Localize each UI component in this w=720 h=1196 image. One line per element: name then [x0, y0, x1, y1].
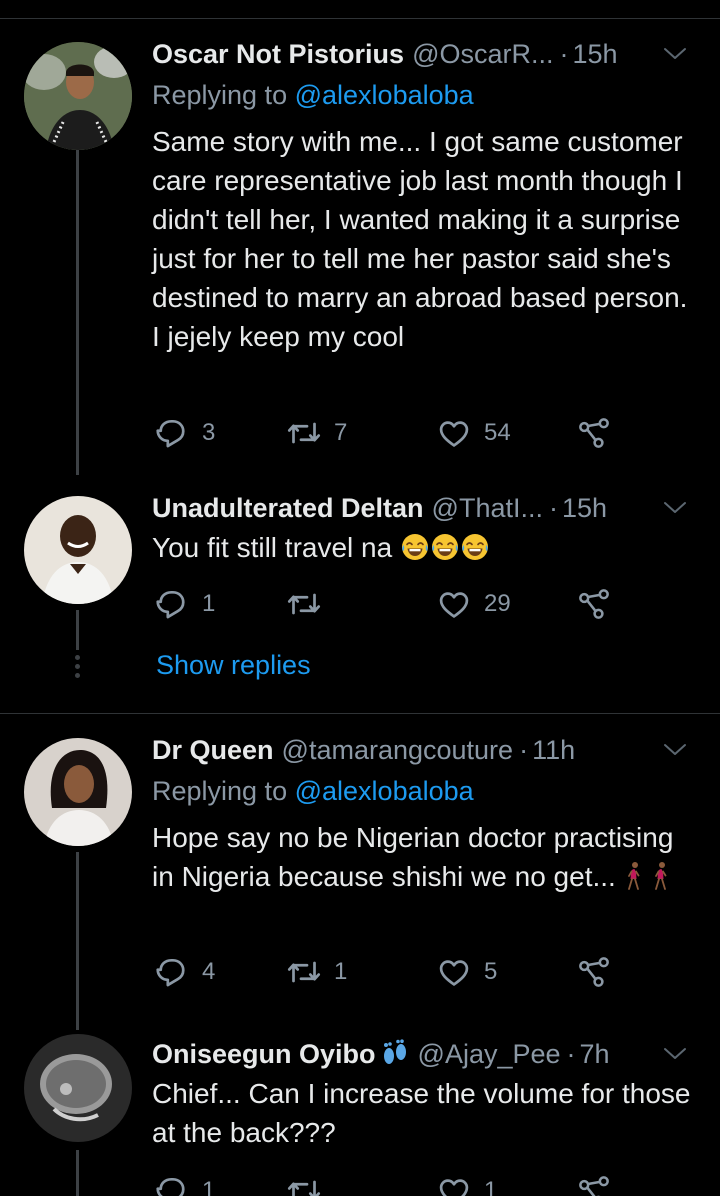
tweet-text: Chief... Can I increase the volume for t… — [152, 1078, 691, 1148]
retweet-button[interactable]: 1 — [286, 952, 347, 992]
mention-link[interactable]: @alexlobaloba — [295, 80, 474, 110]
show-replies-link[interactable]: Show replies — [156, 650, 311, 681]
reply-button[interactable]: 1 — [154, 584, 215, 624]
laughing-emoji-icon — [460, 532, 490, 562]
retweet-count: 7 — [334, 419, 348, 446]
mention-link[interactable]: @alexlobaloba — [295, 776, 474, 806]
tweet[interactable]: Oscar Not Pistorius @OscarR... · 15h Rep… — [0, 0, 720, 470]
tweet-header: Dr Queen @tamarangcouture · 11h — [152, 732, 700, 768]
separator-dot: · — [519, 734, 529, 765]
display-name[interactable]: Oscar Not Pistorius — [152, 39, 404, 70]
laughing-emoji-icon — [430, 532, 460, 562]
reply-button[interactable]: 4 — [154, 952, 215, 992]
share-icon — [576, 954, 612, 990]
tweet-header: Unadulterated Deltan @ThatI... · 15h — [152, 490, 700, 526]
action-bar: 1 29 — [152, 584, 622, 624]
username[interactable]: @Ajay_Pee — [418, 1039, 561, 1070]
separator-dot: · — [559, 38, 569, 69]
walking-woman-emoji-icon — [651, 861, 671, 891]
display-name[interactable]: Oniseegun Oyibo — [152, 1039, 376, 1070]
tweet-header: Oniseegun Oyibo @Ajay_Pee · 7h — [152, 1036, 700, 1072]
chevron-down-icon[interactable] — [662, 42, 688, 66]
reply-icon — [154, 954, 190, 990]
chevron-down-icon[interactable] — [662, 1042, 688, 1066]
share-button[interactable] — [576, 413, 612, 453]
timestamp[interactable]: 11h — [532, 735, 575, 766]
like-count: 54 — [484, 419, 511, 446]
chevron-down-icon[interactable] — [662, 738, 688, 762]
like-icon — [436, 954, 472, 990]
retweet-icon — [286, 586, 322, 622]
retweet-button[interactable]: 7 — [286, 413, 347, 453]
retweet-button[interactable] — [286, 584, 334, 624]
laughing-emoji-icon — [400, 532, 430, 562]
username[interactable]: @tamarangcouture — [282, 735, 514, 766]
replying-to-label: Replying to — [152, 80, 288, 110]
like-icon — [436, 415, 472, 451]
username[interactable]: @ThatI... — [432, 493, 543, 524]
like-button[interactable]: 5 — [436, 952, 497, 992]
tweet[interactable]: Oniseegun Oyibo @Ajay_Pee · 7h Chief... … — [0, 1014, 720, 1196]
like-button[interactable]: 29 — [436, 584, 511, 624]
reply-button[interactable]: 1 — [154, 1171, 215, 1196]
reply-count: 1 — [202, 1177, 216, 1196]
replying-to: Replying to @alexlobaloba — [152, 776, 474, 807]
share-icon — [576, 415, 612, 451]
display-name[interactable]: Unadulterated Deltan — [152, 493, 424, 524]
like-count: 29 — [484, 590, 511, 617]
timestamp[interactable]: 15h — [573, 39, 618, 70]
reply-count: 1 — [202, 590, 216, 617]
share-icon — [576, 1173, 612, 1196]
reply-icon — [154, 586, 190, 622]
like-button[interactable]: 54 — [436, 413, 511, 453]
reply-icon — [154, 415, 190, 451]
share-button[interactable] — [576, 1171, 612, 1196]
action-bar: 4 1 5 — [152, 952, 622, 992]
tweet-text-wrap: Hope say no be Nigerian doctor practisin… — [152, 818, 700, 896]
like-button[interactable]: 1 — [436, 1171, 497, 1196]
retweet-icon — [286, 1173, 322, 1196]
tweet[interactable]: Unadulterated Deltan @ThatI... · 15h You… — [0, 470, 720, 710]
share-button[interactable] — [576, 584, 612, 624]
display-name[interactable]: Dr Queen — [152, 735, 274, 766]
replying-to-label: Replying to — [152, 776, 288, 806]
tweet[interactable]: Dr Queen @tamarangcouture · 11h Replying… — [0, 714, 720, 1014]
retweet-icon — [286, 954, 322, 990]
replying-to: Replying to @alexlobaloba — [152, 80, 474, 111]
reply-count: 4 — [202, 958, 216, 985]
tweet-text: Same story with me... I got same custome… — [152, 126, 688, 352]
separator-dot: · — [549, 492, 558, 523]
reply-button[interactable]: 3 — [154, 413, 215, 453]
separator-dot: · — [566, 1038, 576, 1069]
username[interactable]: @OscarR... — [412, 39, 553, 70]
like-count: 1 — [484, 1177, 498, 1196]
share-icon — [576, 586, 612, 622]
chevron-down-icon[interactable] — [662, 496, 688, 520]
retweet-count: 1 — [334, 958, 348, 985]
reply-count: 3 — [202, 419, 216, 446]
walking-woman-emoji-icon — [624, 861, 644, 891]
action-bar: 1 1 — [152, 1171, 622, 1196]
share-button[interactable] — [576, 952, 612, 992]
retweet-button[interactable] — [286, 1171, 334, 1196]
footprints-emoji-icon — [380, 1039, 410, 1069]
tweet-text-wrap: You fit still travel na — [152, 528, 700, 567]
like-icon — [436, 1173, 472, 1196]
reply-icon — [154, 1173, 190, 1196]
timestamp[interactable]: 7h — [580, 1039, 610, 1070]
tweet-text: You fit still travel na — [152, 532, 393, 563]
like-count: 5 — [484, 958, 498, 985]
action-bar: 3 7 54 — [152, 413, 622, 453]
tweet-header: Oscar Not Pistorius @OscarR... · 15h — [152, 36, 700, 72]
timestamp[interactable]: 15h — [562, 493, 607, 524]
like-icon — [436, 586, 472, 622]
retweet-icon — [286, 415, 322, 451]
tweet-text: Hope say no be Nigerian doctor practisin… — [152, 822, 674, 892]
